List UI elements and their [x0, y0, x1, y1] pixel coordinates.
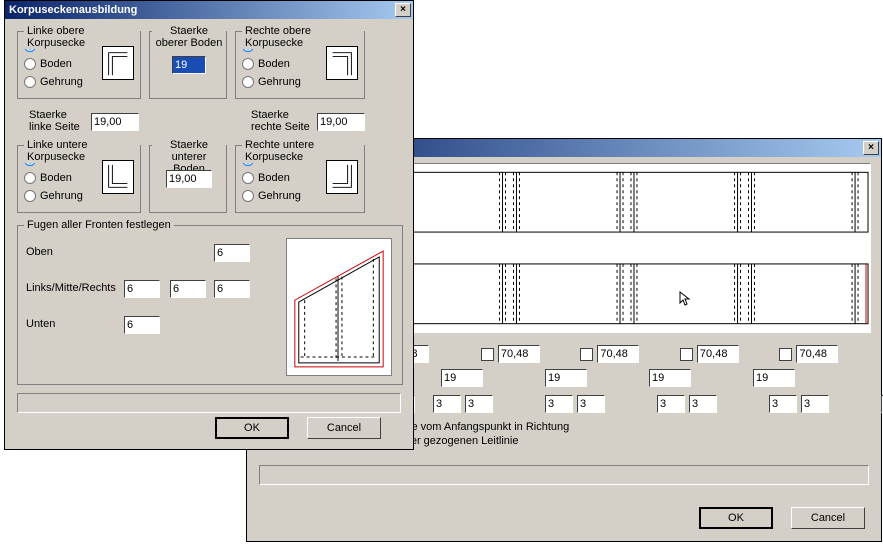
label-staerke-ls-2: linke Seite	[29, 121, 80, 133]
field-unten[interactable]	[124, 316, 160, 334]
label-staerke-rs-1: Staerke	[251, 109, 289, 121]
group-rechte-untere: Rechte untere Korpusecke Seite Boden Geh…	[235, 145, 365, 213]
field-c-1a[interactable]	[433, 395, 461, 413]
legend-so: Staerke oberer Boden	[152, 25, 226, 49]
legend-fugen: Fugen aller Fronten festlegen	[24, 219, 174, 231]
label-staerke-ls-1: Staerke	[29, 109, 67, 121]
field-lmr-3[interactable]	[214, 280, 250, 298]
thumb-lu-icon	[102, 160, 134, 194]
label-lmr: Links/Mitte/Rechts	[26, 282, 116, 294]
preview-fugen	[286, 238, 392, 376]
field-a-2[interactable]	[597, 345, 639, 363]
titlebar-front[interactable]: Korpuseckenausbildung ×	[5, 1, 413, 19]
field-a-4[interactable]	[796, 345, 838, 363]
close-icon[interactable]: ×	[395, 3, 411, 17]
group-staerke-oberer: Staerke oberer Boden	[149, 31, 227, 99]
field-c-2a[interactable]	[545, 395, 573, 413]
checkbox-a-4[interactable]	[779, 348, 792, 361]
field-b-1[interactable]	[545, 369, 587, 387]
field-b-0[interactable]	[441, 369, 483, 387]
preview-panel	[387, 163, 871, 333]
field-c-3b[interactable]	[689, 395, 717, 413]
ok-button-front[interactable]: OK	[215, 417, 289, 439]
row-b	[441, 369, 871, 391]
dialog-korpuseckenausbildung: Korpuseckenausbildung × Linke obere Korp…	[4, 0, 414, 450]
group-rechte-obere: Rechte obere Korpusecke Seite Boden Gehr…	[235, 31, 365, 99]
field-c-1b[interactable]	[465, 395, 493, 413]
label-staerke-rs-2: rechte Seite	[251, 121, 310, 133]
row-a	[387, 345, 871, 367]
hint-line-1: ngabe vom Anfangspunkt in Richtung	[387, 421, 569, 433]
cancel-button-back[interactable]: Cancel	[791, 507, 865, 529]
field-b-3[interactable]	[753, 369, 795, 387]
field-lmr-2[interactable]	[170, 280, 206, 298]
label-oben: Oben	[26, 246, 53, 258]
window-title-front: Korpuseckenausbildung	[9, 4, 395, 16]
ok-button-back[interactable]: OK	[699, 507, 773, 529]
group-staerke-unterer: Staerke unterer Boden	[149, 145, 227, 213]
field-a-1[interactable]	[498, 345, 540, 363]
label-unten: Unten	[26, 318, 55, 330]
checkbox-a-2[interactable]	[580, 348, 593, 361]
thumb-ro-icon	[326, 46, 358, 80]
group-linke-untere: Linke untere Korpusecke Seite Boden Gehr…	[17, 145, 141, 213]
field-lmr-1[interactable]	[124, 280, 160, 298]
cancel-button-front[interactable]: Cancel	[307, 417, 381, 439]
field-staerke-unterer[interactable]	[166, 170, 212, 188]
checkbox-a-1[interactable]	[481, 348, 494, 361]
field-c-2b[interactable]	[577, 395, 605, 413]
status-bar-front	[17, 393, 401, 413]
field-oben[interactable]	[214, 244, 250, 262]
status-bar-back	[259, 465, 869, 485]
group-fugen: Fugen aller Fronten festlegen Oben Links…	[17, 225, 403, 385]
thumb-lo-icon	[102, 46, 134, 80]
close-icon[interactable]: ×	[863, 141, 879, 155]
field-staerke-rs[interactable]	[317, 113, 365, 131]
group-linke-obere: Linke obere Korpusecke Seite Boden Gehru…	[17, 31, 141, 99]
thumb-ru-icon	[326, 160, 358, 194]
field-c-4b[interactable]	[801, 395, 829, 413]
field-staerke-oberer[interactable]	[172, 56, 206, 74]
checkbox-a-3[interactable]	[680, 348, 693, 361]
cabinet-plan-svg	[388, 164, 870, 332]
field-a-3[interactable]	[697, 345, 739, 363]
row-c	[387, 393, 871, 415]
field-staerke-ls[interactable]	[91, 113, 139, 131]
field-b-2[interactable]	[649, 369, 691, 387]
field-c-3a[interactable]	[657, 395, 685, 413]
field-c-4a[interactable]	[769, 395, 797, 413]
